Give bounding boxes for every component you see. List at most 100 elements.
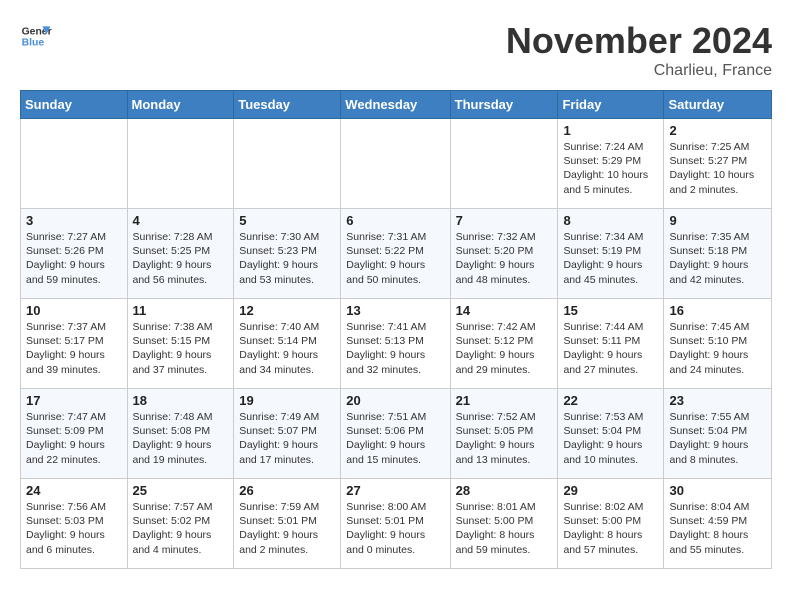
- day-info: Sunrise: 7:57 AM Sunset: 5:02 PM Dayligh…: [133, 500, 229, 557]
- day-info: Sunrise: 8:04 AM Sunset: 4:59 PM Dayligh…: [669, 500, 766, 557]
- calendar-cell: 14 Sunrise: 7:42 AM Sunset: 5:12 PM Dayli…: [450, 299, 558, 389]
- calendar-cell: 21 Sunrise: 7:52 AM Sunset: 5:05 PM Dayli…: [450, 389, 558, 479]
- calendar-cell: 17 Sunrise: 7:47 AM Sunset: 5:09 PM Dayli…: [21, 389, 128, 479]
- calendar-cell: 27Sunrise: 8:00 AM Sunset: 5:01 PM Dayli…: [341, 479, 450, 569]
- calendar-cell: 3Sunrise: 7:27 AM Sunset: 5:26 PM Daylig…: [21, 209, 128, 299]
- weekday-header: Tuesday: [234, 91, 341, 119]
- day-number: 5: [239, 213, 335, 228]
- day-number: 15: [563, 303, 658, 318]
- day-number: 3: [26, 213, 122, 228]
- day-info: Sunrise: 8:02 AM Sunset: 5:00 PM Dayligh…: [563, 500, 658, 557]
- day-info: Sunrise: 7:56 AM Sunset: 5:03 PM Dayligh…: [26, 500, 122, 557]
- day-info: Sunrise: 7:28 AM Sunset: 5:25 PM Dayligh…: [133, 230, 229, 287]
- day-info: Sunrise: 8:00 AM Sunset: 5:01 PM Dayligh…: [346, 500, 444, 557]
- month-title: November 2024: [506, 20, 772, 62]
- calendar-table: SundayMondayTuesdayWednesdayThursdayFrid…: [20, 90, 772, 569]
- calendar-cell: 24 Sunrise: 7:56 AM Sunset: 5:03 PM Dayli…: [21, 479, 128, 569]
- day-info: Sunrise: 7:40 AM Sunset: 5:14 PM Dayligh…: [239, 320, 335, 377]
- day-number: 30: [669, 483, 766, 498]
- weekday-header: Thursday: [450, 91, 558, 119]
- day-number: 19: [239, 393, 335, 408]
- calendar-cell: 4 Sunrise: 7:28 AM Sunset: 5:25 PM Daylig…: [127, 209, 234, 299]
- calendar-cell: 11 Sunrise: 7:38 AM Sunset: 5:15 PM Dayli…: [127, 299, 234, 389]
- calendar-cell: 12 Sunrise: 7:40 AM Sunset: 5:14 PM Dayli…: [234, 299, 341, 389]
- calendar-cell: 9 Sunrise: 7:35 AM Sunset: 5:18 PM Daylig…: [664, 209, 772, 299]
- calendar-cell: 22Sunrise: 7:53 AM Sunset: 5:04 PM Dayli…: [558, 389, 664, 479]
- day-number: 12: [239, 303, 335, 318]
- calendar-cell: 28Sunrise: 8:01 AM Sunset: 5:00 PM Dayli…: [450, 479, 558, 569]
- day-number: 11: [133, 303, 229, 318]
- calendar-cell: 1Sunrise: 7:24 AM Sunset: 5:29 PM Daylig…: [558, 119, 664, 209]
- calendar-cell: [127, 119, 234, 209]
- day-info: Sunrise: 7:42 AM Sunset: 5:12 PM Dayligh…: [456, 320, 553, 377]
- page-header: General Blue November 2024 Charlieu, Fra…: [20, 20, 772, 80]
- day-number: 4: [133, 213, 229, 228]
- logo-icon: General Blue: [20, 20, 52, 52]
- day-info: Sunrise: 8:01 AM Sunset: 5:00 PM Dayligh…: [456, 500, 553, 557]
- day-info: Sunrise: 7:34 AM Sunset: 5:19 PM Dayligh…: [563, 230, 658, 287]
- calendar-cell: 2 Sunrise: 7:25 AM Sunset: 5:27 PM Daylig…: [664, 119, 772, 209]
- day-number: 17: [26, 393, 122, 408]
- calendar-cell: 29 Sunrise: 8:02 AM Sunset: 5:00 PM Dayli…: [558, 479, 664, 569]
- weekday-header: Monday: [127, 91, 234, 119]
- day-number: 29: [563, 483, 658, 498]
- day-info: Sunrise: 7:59 AM Sunset: 5:01 PM Dayligh…: [239, 500, 335, 557]
- calendar-cell: 15 Sunrise: 7:44 AM Sunset: 5:11 PM Dayli…: [558, 299, 664, 389]
- day-number: 21: [456, 393, 553, 408]
- calendar-cell: 13 Sunrise: 7:41 AM Sunset: 5:13 PM Dayli…: [341, 299, 450, 389]
- day-info: Sunrise: 7:38 AM Sunset: 5:15 PM Dayligh…: [133, 320, 229, 377]
- calendar-cell: 16 Sunrise: 7:45 AM Sunset: 5:10 PM Dayli…: [664, 299, 772, 389]
- calendar-cell: 7 Sunrise: 7:32 AM Sunset: 5:20 PM Daylig…: [450, 209, 558, 299]
- calendar-cell: [341, 119, 450, 209]
- day-number: 7: [456, 213, 553, 228]
- day-info: Sunrise: 7:25 AM Sunset: 5:27 PM Dayligh…: [669, 140, 766, 197]
- title-block: November 2024 Charlieu, France: [506, 20, 772, 80]
- location: Charlieu, France: [506, 62, 772, 80]
- day-number: 2: [669, 123, 766, 138]
- calendar-cell: [450, 119, 558, 209]
- day-info: Sunrise: 7:31 AM Sunset: 5:22 PM Dayligh…: [346, 230, 444, 287]
- day-number: 14: [456, 303, 553, 318]
- calendar-cell: 25 Sunrise: 7:57 AM Sunset: 5:02 PM Dayli…: [127, 479, 234, 569]
- day-info: Sunrise: 7:44 AM Sunset: 5:11 PM Dayligh…: [563, 320, 658, 377]
- calendar-cell: 18 Sunrise: 7:48 AM Sunset: 5:08 PM Dayli…: [127, 389, 234, 479]
- calendar-row: 24 Sunrise: 7:56 AM Sunset: 5:03 PM Dayli…: [21, 479, 772, 569]
- weekday-header: Saturday: [664, 91, 772, 119]
- day-info: Sunrise: 7:55 AM Sunset: 5:04 PM Dayligh…: [669, 410, 766, 467]
- day-number: 23: [669, 393, 766, 408]
- day-info: Sunrise: 7:30 AM Sunset: 5:23 PM Dayligh…: [239, 230, 335, 287]
- calendar-cell: [234, 119, 341, 209]
- calendar-cell: 20Sunrise: 7:51 AM Sunset: 5:06 PM Dayli…: [341, 389, 450, 479]
- day-info: Sunrise: 7:51 AM Sunset: 5:06 PM Dayligh…: [346, 410, 444, 467]
- day-number: 9: [669, 213, 766, 228]
- day-info: Sunrise: 7:47 AM Sunset: 5:09 PM Dayligh…: [26, 410, 122, 467]
- calendar-row: 1Sunrise: 7:24 AM Sunset: 5:29 PM Daylig…: [21, 119, 772, 209]
- day-number: 26: [239, 483, 335, 498]
- day-number: 25: [133, 483, 229, 498]
- calendar-cell: 10Sunrise: 7:37 AM Sunset: 5:17 PM Dayli…: [21, 299, 128, 389]
- weekday-header-row: SundayMondayTuesdayWednesdayThursdayFrid…: [21, 91, 772, 119]
- calendar-cell: [21, 119, 128, 209]
- day-info: Sunrise: 7:32 AM Sunset: 5:20 PM Dayligh…: [456, 230, 553, 287]
- day-info: Sunrise: 7:35 AM Sunset: 5:18 PM Dayligh…: [669, 230, 766, 287]
- day-number: 10: [26, 303, 122, 318]
- calendar-cell: 8 Sunrise: 7:34 AM Sunset: 5:19 PM Daylig…: [558, 209, 664, 299]
- calendar-row: 3Sunrise: 7:27 AM Sunset: 5:26 PM Daylig…: [21, 209, 772, 299]
- svg-text:Blue: Blue: [22, 38, 45, 49]
- day-info: Sunrise: 7:52 AM Sunset: 5:05 PM Dayligh…: [456, 410, 553, 467]
- calendar-row: 17 Sunrise: 7:47 AM Sunset: 5:09 PM Dayli…: [21, 389, 772, 479]
- day-number: 18: [133, 393, 229, 408]
- day-number: 16: [669, 303, 766, 318]
- calendar-cell: 23 Sunrise: 7:55 AM Sunset: 5:04 PM Dayli…: [664, 389, 772, 479]
- day-number: 24: [26, 483, 122, 498]
- day-number: 13: [346, 303, 444, 318]
- day-info: Sunrise: 7:24 AM Sunset: 5:29 PM Dayligh…: [563, 140, 658, 197]
- day-number: 8: [563, 213, 658, 228]
- calendar-cell: 6Sunrise: 7:31 AM Sunset: 5:22 PM Daylig…: [341, 209, 450, 299]
- day-info: Sunrise: 7:45 AM Sunset: 5:10 PM Dayligh…: [669, 320, 766, 377]
- calendar-row: 10Sunrise: 7:37 AM Sunset: 5:17 PM Dayli…: [21, 299, 772, 389]
- day-info: Sunrise: 7:48 AM Sunset: 5:08 PM Dayligh…: [133, 410, 229, 467]
- calendar-cell: 5 Sunrise: 7:30 AM Sunset: 5:23 PM Daylig…: [234, 209, 341, 299]
- day-info: Sunrise: 7:49 AM Sunset: 5:07 PM Dayligh…: [239, 410, 335, 467]
- day-info: Sunrise: 7:41 AM Sunset: 5:13 PM Dayligh…: [346, 320, 444, 377]
